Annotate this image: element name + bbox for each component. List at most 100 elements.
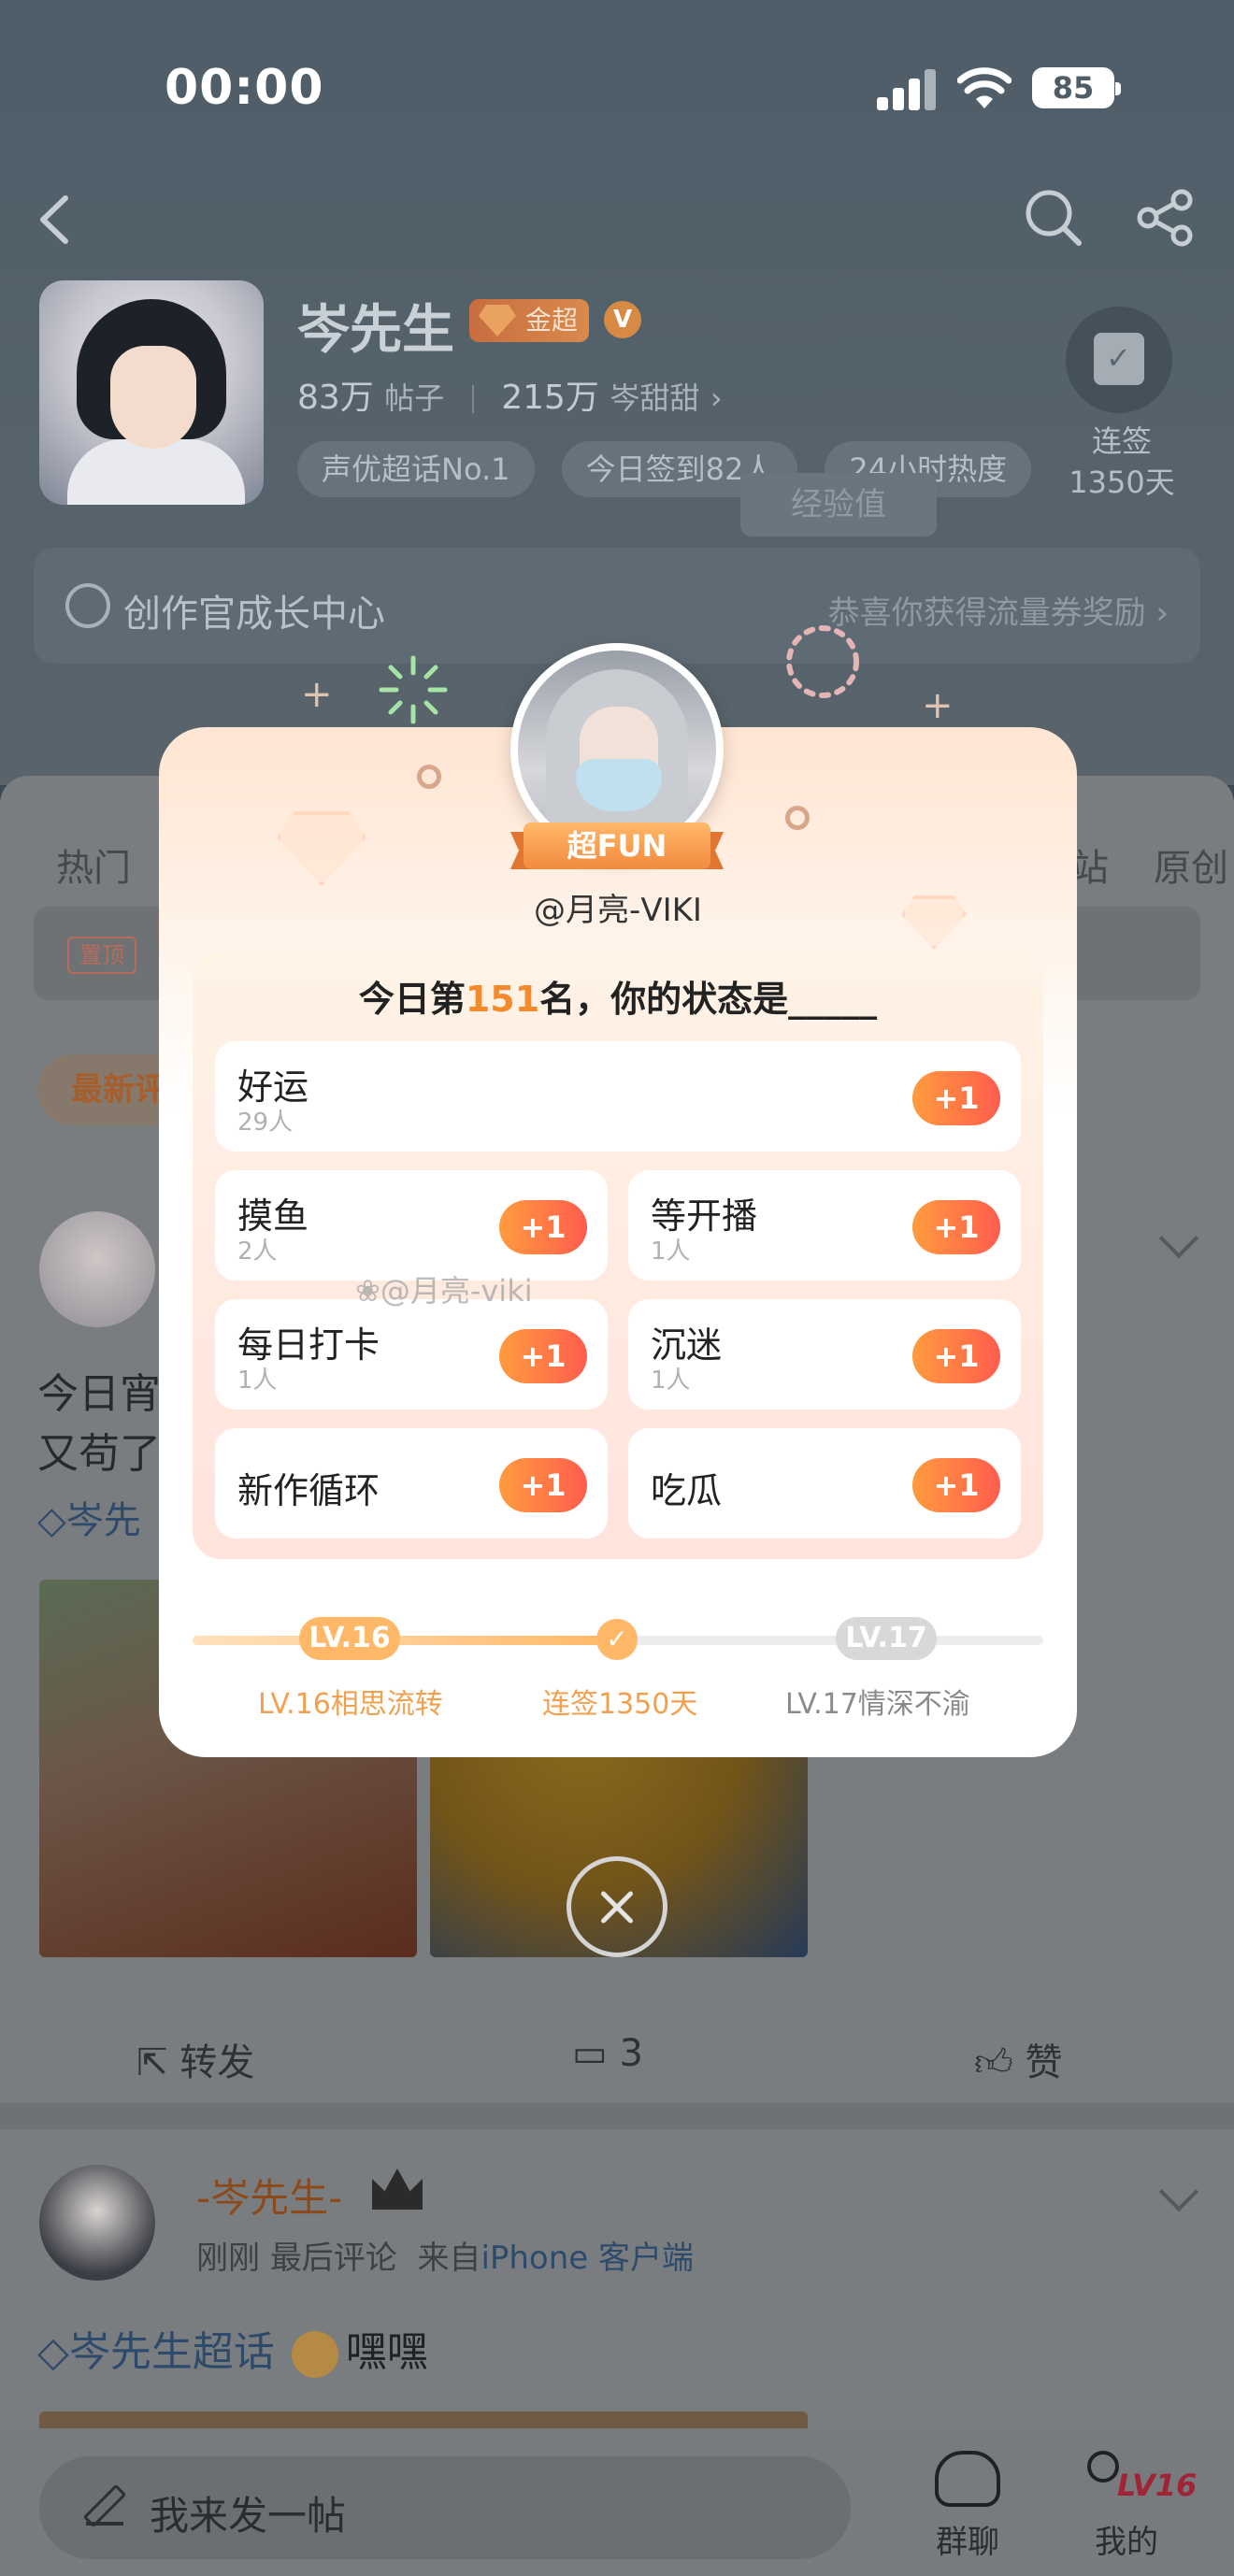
sparkle-icon: + xyxy=(301,673,333,716)
crown-icon xyxy=(372,2168,423,2210)
repost-button[interactable]: ⇱ 转发 xyxy=(136,2032,254,2086)
option-name: 每日打卡 xyxy=(237,1324,380,1366)
back-icon[interactable] xyxy=(28,187,84,252)
posts-count: 83万 xyxy=(297,379,374,417)
ring-decoration xyxy=(785,806,810,830)
option-count: 1人 xyxy=(651,1238,691,1266)
plus-one-button[interactable]: +1 xyxy=(912,1458,1000,1512)
supertopic-avatar[interactable] xyxy=(39,280,264,505)
option-name: 沉迷 xyxy=(651,1324,723,1366)
vote-option[interactable]: 每日打卡 1人 +1 xyxy=(215,1299,608,1410)
nav-group-chat[interactable]: 群聊 xyxy=(926,2451,1010,2562)
post-topic[interactable]: ◇岑先 xyxy=(37,1490,141,1544)
growth-reward-text: 恭喜你获得流量券奖励 › xyxy=(827,594,1169,632)
fans-label: 岑甜甜 xyxy=(610,380,700,416)
calendar-check-icon xyxy=(1094,333,1144,385)
user-level-icon: LV16 xyxy=(1080,2451,1197,2507)
plus-one-button[interactable]: +1 xyxy=(912,1200,1000,1254)
sparkle-icon: + xyxy=(922,684,954,727)
group-chat-icon xyxy=(935,2451,1000,2507)
post-actions: ⇱ 转发 ▭ 3 👍︎ 赞 xyxy=(0,2000,1234,2103)
checkin-check-icon: ✓ xyxy=(596,1619,638,1660)
option-name: 好运 xyxy=(237,1066,309,1108)
diamond-icon xyxy=(277,811,366,886)
option-name: 摸鱼 xyxy=(237,1195,309,1237)
streak-label: 连签1350天 xyxy=(542,1688,698,1721)
battery-icon: 85 xyxy=(1032,67,1121,108)
verified-icon: V xyxy=(604,301,641,338)
burst-icon xyxy=(786,625,859,698)
pen-icon xyxy=(86,2488,123,2526)
checkin-title: 连签 xyxy=(1091,423,1152,459)
option-name: 等开播 xyxy=(651,1195,758,1237)
nav-me-label: 我的 xyxy=(1095,2524,1158,2561)
supertopic-stats[interactable]: 83万 帖子 215万 岑甜甜 › xyxy=(297,370,723,419)
signal-icon xyxy=(877,69,937,110)
option-name: 吃瓜 xyxy=(651,1470,723,1511)
vote-option[interactable]: 沉迷 1人 +1 xyxy=(628,1299,1021,1410)
post-topic[interactable]: ◇岑先生超话 嘿嘿 xyxy=(37,2318,428,2378)
option-count: 2人 xyxy=(237,1238,278,1266)
chevron-down-icon[interactable] xyxy=(1158,1218,1199,1259)
pinned-tag: 置顶 xyxy=(67,937,136,974)
like-button[interactable]: 👍︎ 赞 xyxy=(974,2032,1063,2086)
status-time: 00:00 xyxy=(165,60,324,116)
ring-decoration xyxy=(417,765,441,789)
next-level-pill: LV.17 xyxy=(836,1617,937,1660)
fun-badge-label: 超FUN xyxy=(524,823,710,869)
diamond-icon xyxy=(479,305,516,336)
current-level-pill: LV.16 xyxy=(299,1617,400,1660)
tab-station[interactable]: 站 xyxy=(1071,837,1109,892)
author-avatar[interactable] xyxy=(39,1211,155,1327)
checkin-modal: 今日第151名，你的状态是_____ 好运 29人 +1 摸鱼 2人 +1 等开… xyxy=(159,727,1077,1757)
plus-one-button[interactable]: +1 xyxy=(912,1071,1000,1125)
plus-one-button[interactable]: +1 xyxy=(912,1329,1000,1383)
vote-option[interactable]: 新作循环 +1 xyxy=(215,1428,608,1538)
plus-one-button[interactable]: +1 xyxy=(499,1329,587,1383)
option-count: 1人 xyxy=(651,1367,691,1395)
status-vote-box: 今日第151名，你的状态是_____ 好运 29人 +1 摸鱼 2人 +1 等开… xyxy=(193,952,1043,1559)
burst-icon xyxy=(379,655,448,724)
modal-username: @月亮-VIKI xyxy=(534,892,702,929)
tab-original[interactable]: 原创 xyxy=(1154,837,1228,892)
close-icon[interactable] xyxy=(567,1856,667,1957)
author-name[interactable]: -岑先生- xyxy=(196,2167,342,2224)
chevron-down-icon[interactable] xyxy=(1158,2171,1199,2212)
post-meta: 刚刚 最后评论 来自iPhone 客户端 xyxy=(196,2240,695,2277)
watermark: ❀@月亮-viki xyxy=(355,1273,533,1309)
divider xyxy=(0,2103,1234,2129)
fun-ribbon: 超FUN xyxy=(510,823,724,873)
next-level-title: LV.17情深不渝 xyxy=(785,1688,970,1721)
info-chips: 声优超话No.1 今日签到82人 24小时热度 xyxy=(297,441,1064,497)
compose-button[interactable]: 我来发一帖 xyxy=(39,2456,851,2559)
search-icon[interactable] xyxy=(1023,187,1084,249)
vote-question: 今日第151名，你的状态是_____ xyxy=(358,979,878,1020)
checkin-days: 1350天 xyxy=(1069,465,1175,500)
exp-tooltip: 经验值 xyxy=(740,473,937,537)
comment-button[interactable]: ▭ 3 xyxy=(572,2032,643,2075)
plus-one-button[interactable]: +1 xyxy=(499,1200,587,1254)
share-icon[interactable] xyxy=(1135,187,1197,249)
author-avatar[interactable] xyxy=(39,2165,155,2281)
vote-option[interactable]: 好运 29人 +1 xyxy=(215,1041,1021,1152)
option-count: 1人 xyxy=(237,1367,278,1395)
nav-me[interactable]: LV16 我的 xyxy=(1075,2451,1197,2562)
level-progress: LV.16 ✓ LV.17 LV.16相思流转 连签1350天 LV.17情深不… xyxy=(193,1615,1043,1727)
plus-one-button[interactable]: +1 xyxy=(499,1458,587,1512)
checkin-label: 连签 1350天 xyxy=(1056,421,1187,503)
vote-option[interactable]: 摸鱼 2人 +1 xyxy=(215,1170,608,1281)
vote-option[interactable]: 吃瓜 +1 xyxy=(628,1428,1021,1538)
post-text[interactable]: 今日宵 又苟了 xyxy=(37,1365,161,1484)
gold-super-badge[interactable]: 金超 xyxy=(469,299,589,342)
status-bar: 00:00 85 xyxy=(0,0,1234,178)
checkin-button[interactable] xyxy=(1066,307,1172,413)
fans-count: 215万 xyxy=(501,379,599,417)
vote-option[interactable]: 等开播 1人 +1 xyxy=(628,1170,1021,1281)
creator-icon xyxy=(65,583,110,628)
progress-fill xyxy=(193,1636,618,1645)
chip-rank[interactable]: 声优超话No.1 xyxy=(297,441,535,497)
gold-super-label: 金超 xyxy=(525,305,579,336)
tab-hot[interactable]: 热门 xyxy=(56,837,131,892)
bottom-bar: 我来发一帖 群聊 LV16 我的 xyxy=(0,2428,1234,2576)
growth-center-label: 创作官成长中心 xyxy=(123,593,385,636)
